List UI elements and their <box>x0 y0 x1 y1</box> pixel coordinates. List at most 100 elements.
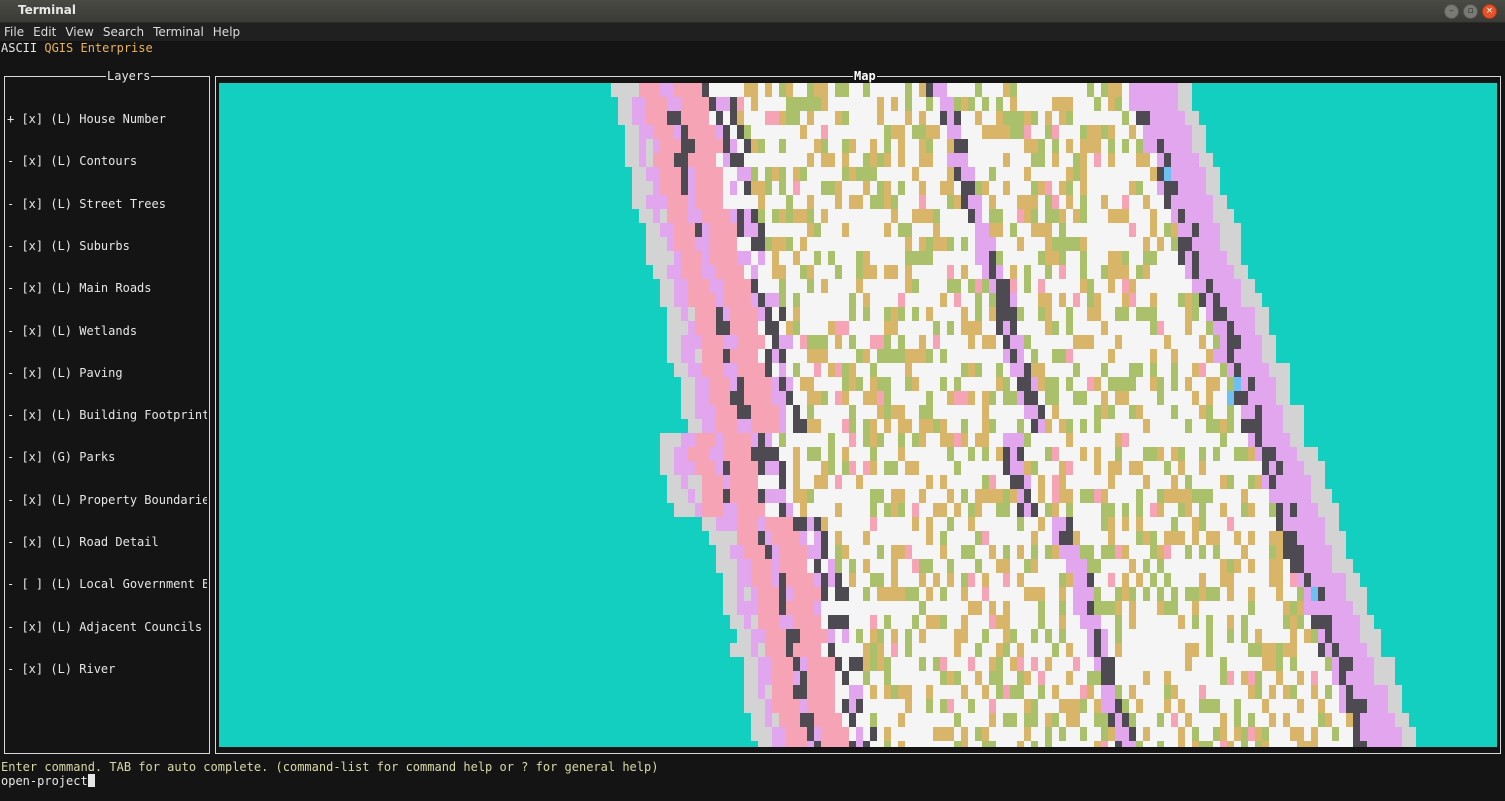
map-cell <box>1192 601 1199 615</box>
layer-item-river[interactable]: - [x] (L) River <box>7 662 207 676</box>
map-cell <box>849 671 856 685</box>
minimize-icon[interactable]: – <box>1444 4 1459 19</box>
map-cell <box>667 279 674 293</box>
command-line[interactable]: open-project <box>1 774 95 788</box>
layer-item-paving[interactable]: - [x] (L) Paving <box>7 366 207 380</box>
map-cell <box>611 83 618 97</box>
map-cell <box>786 573 793 587</box>
map-cell <box>947 587 954 601</box>
menu-edit[interactable]: Edit <box>29 25 61 39</box>
layer-item-parks[interactable]: - [x] (G) Parks <box>7 450 207 464</box>
map-cell <box>786 559 793 573</box>
map-cell <box>1220 349 1227 363</box>
map-cell <box>772 643 779 657</box>
layer-item-building-footprint[interactable]: - [x] (L) Building Footprint <box>7 408 207 422</box>
map-cell <box>1339 699 1346 713</box>
layer-item-local-government[interactable]: - [ ] (L) Local Government B <box>7 577 207 591</box>
map-cell <box>1178 97 1185 111</box>
map-cell <box>849 209 856 223</box>
menu-file[interactable]: File <box>0 25 29 39</box>
map-cell <box>1171 447 1178 461</box>
map-cell <box>1220 517 1227 531</box>
map-cell <box>1073 405 1080 419</box>
layer-item-property-boundaries[interactable]: - [x] (L) Property Boundarie <box>7 493 207 507</box>
map-cell <box>1171 391 1178 405</box>
map-cell <box>1073 251 1080 265</box>
map-cell <box>1276 531 1283 545</box>
layer-item-adjacent-councils[interactable]: - [x] (L) Adjacent Councils <box>7 620 207 634</box>
map-cell <box>961 237 968 251</box>
map-cell <box>926 139 933 153</box>
command-input[interactable]: open-project <box>1 774 88 788</box>
map-cell <box>1038 531 1045 545</box>
layer-item-road-detail[interactable]: - [x] (L) Road Detail <box>7 535 207 549</box>
map-cell <box>940 167 947 181</box>
map-cell <box>870 559 877 573</box>
map-cell <box>807 503 814 517</box>
layer-item-contours[interactable]: - [x] (L) Contours <box>7 154 207 168</box>
map-cell <box>968 587 975 601</box>
map-cell <box>1255 517 1262 531</box>
menu-search[interactable]: Search <box>99 25 149 39</box>
map-cell <box>961 293 968 307</box>
map-cell <box>996 559 1003 573</box>
map-cell <box>786 293 793 307</box>
map-cell <box>961 391 968 405</box>
map-cell <box>1192 391 1199 405</box>
map-cell <box>849 629 856 643</box>
map-cell <box>1283 405 1290 419</box>
map-cell <box>1192 545 1199 559</box>
map-cell <box>1108 293 1115 307</box>
map-cell <box>954 699 961 713</box>
map-cell <box>1087 251 1094 265</box>
map-cell <box>1234 685 1241 699</box>
map-cell <box>919 195 926 209</box>
map-cell <box>954 489 961 503</box>
maximize-icon[interactable]: ▫ <box>1463 4 1478 19</box>
map-cell <box>1290 727 1297 741</box>
map-cell <box>1262 671 1269 685</box>
map-cell <box>737 531 744 545</box>
menu-terminal[interactable]: Terminal <box>149 25 209 39</box>
map-cell <box>926 741 933 747</box>
map-panel[interactable]: Map <box>215 69 1501 754</box>
menu-help[interactable]: Help <box>209 25 245 39</box>
map-cell <box>919 727 926 741</box>
map-cell <box>1122 321 1129 335</box>
map-cell <box>1234 489 1241 503</box>
layer-item-suburbs[interactable]: - [x] (L) Suburbs <box>7 239 207 253</box>
map-cell <box>982 657 989 671</box>
close-icon[interactable]: × <box>1482 4 1497 19</box>
map-cell <box>1248 699 1255 713</box>
layer-item-street-trees[interactable]: - [x] (L) Street Trees <box>7 197 207 211</box>
map-cell <box>1052 503 1059 517</box>
menu-view[interactable]: View <box>61 25 98 39</box>
map-cell <box>877 587 884 601</box>
map-cell <box>1164 587 1171 601</box>
map-cell <box>758 307 765 321</box>
map-cell <box>1192 321 1199 335</box>
map-cell <box>1059 601 1066 615</box>
terminal-body[interactable]: ASCII QGIS Enterprise Layers + [x] (L) H… <box>0 41 1505 801</box>
map-cell <box>751 83 758 97</box>
map-cell <box>1241 545 1248 559</box>
map-cell <box>835 573 842 587</box>
map-cell <box>1031 125 1038 139</box>
map-cell <box>898 545 905 559</box>
map-cell <box>695 223 702 237</box>
map-cell <box>1115 741 1122 747</box>
map-cell <box>1017 671 1024 685</box>
map-cell <box>1283 461 1290 475</box>
map-cell <box>870 307 877 321</box>
layer-item-house-number[interactable]: + [x] (L) House Number <box>7 112 207 126</box>
layer-item-wetlands[interactable]: - [x] (L) Wetlands <box>7 324 207 338</box>
map-cell <box>933 419 940 433</box>
map-cell <box>1255 349 1262 363</box>
layer-item-main-roads[interactable]: - [x] (L) Main Roads <box>7 281 207 295</box>
map-cell <box>807 181 814 195</box>
map-cell <box>835 503 842 517</box>
map-canvas[interactable] <box>219 83 1497 747</box>
map-cell <box>821 517 828 531</box>
map-cell <box>1346 699 1353 713</box>
map-cell <box>982 433 989 447</box>
